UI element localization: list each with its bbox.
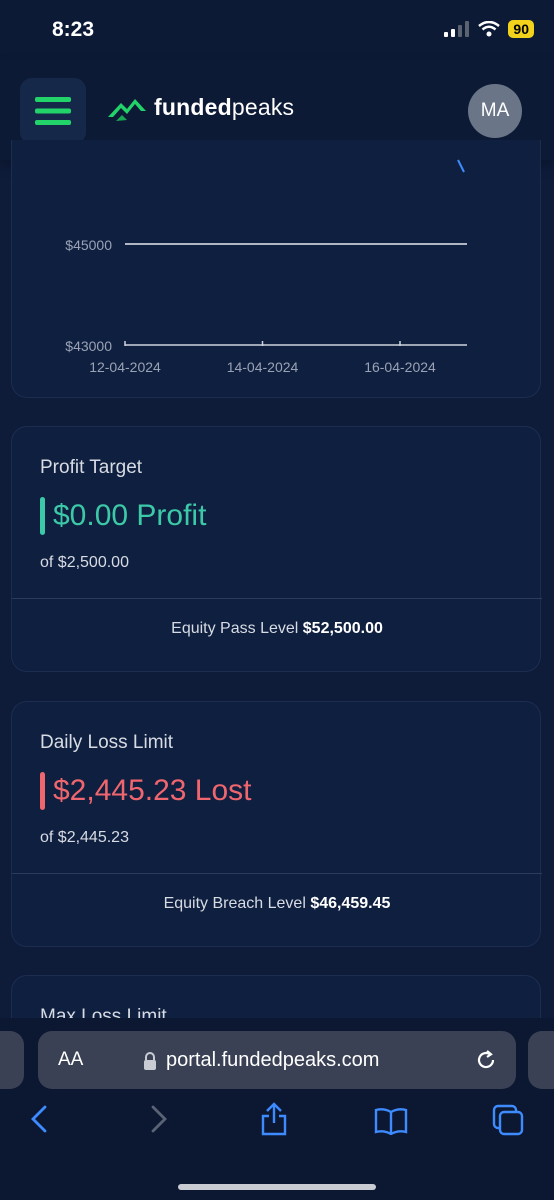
profit-target-title: Profit Target <box>40 457 143 478</box>
cellular-icon <box>444 21 470 37</box>
daily-loss-amount: $2,445.23 Lost <box>53 774 252 807</box>
lock-icon <box>144 1052 156 1070</box>
equity-pass-label: Equity Pass Level <box>171 620 299 637</box>
battery-indicator: 90 <box>508 20 534 38</box>
brand-name: fundedpeaks <box>154 94 295 120</box>
profit-target-value: $0.00 Profit <box>40 497 206 535</box>
x-tick-label: 14-04-2024 <box>227 359 299 375</box>
card-divider <box>12 873 542 874</box>
daily-loss-title: Daily Loss Limit <box>40 732 174 753</box>
reader-aa-button[interactable]: AA <box>58 1049 83 1071</box>
x-tick-label: 12-04-2024 <box>89 359 161 375</box>
menu-button[interactable] <box>20 78 86 144</box>
equity-chart: $45000 $43000 12-04-2024 14-04-2024 16-04-20… <box>65 159 467 375</box>
back-icon[interactable] <box>28 1104 52 1134</box>
profit-indicator-bar <box>40 497 45 535</box>
logo-icon <box>108 98 146 121</box>
card-divider <box>12 598 542 599</box>
y-tick-label: $43000 <box>65 338 112 354</box>
profit-target-amount: $0.00 Profit <box>53 499 207 532</box>
y-tick-label: $45000 <box>65 237 112 253</box>
brand-logo[interactable]: fundedpeaks <box>108 94 294 121</box>
avatar[interactable]: MA <box>468 84 522 138</box>
menu-icon <box>35 97 71 125</box>
equity-breach-value: $46,459.45 <box>310 895 391 912</box>
tabs-icon[interactable] <box>492 1104 524 1136</box>
daily-loss-card: Daily Loss Limit $2,445.23 Lost of $2,44… <box>11 701 542 947</box>
forward-icon[interactable] <box>146 1104 170 1134</box>
status-time: 8:23 <box>52 18 95 41</box>
share-icon[interactable] <box>259 1102 289 1136</box>
equity-breach-level: Equity Breach Level $46,459.45 <box>12 895 542 913</box>
wifi-icon <box>478 21 501 37</box>
status-icons: 90 <box>444 20 534 38</box>
next-tab-preview[interactable] <box>528 1031 554 1089</box>
loss-indicator-bar <box>40 772 45 810</box>
browser-toolbar: AA portal.fundedpeaks.com <box>0 1018 554 1200</box>
equity-breach-label: Equity Breach Level <box>163 895 306 912</box>
equity-chart-card: $45000 $43000 12-04-2024 14-04-2024 16-04-20… <box>11 140 541 398</box>
profit-target-of: of $2,500.00 <box>40 554 129 571</box>
reload-icon[interactable] <box>474 1048 498 1072</box>
daily-loss-of: of $2,445.23 <box>40 829 129 846</box>
x-tick-label: 16-04-2024 <box>364 359 436 375</box>
previous-tab-preview[interactable] <box>0 1031 24 1089</box>
profit-target-card: Profit Target $0.00 Profit of $2,500.00 … <box>11 426 542 672</box>
equity-pass-level: Equity Pass Level $52,500.00 <box>12 620 542 638</box>
status-bar: 8:23 90 <box>0 0 554 60</box>
series-line-fragment <box>457 159 465 173</box>
daily-loss-value: $2,445.23 Lost <box>40 772 252 810</box>
home-indicator <box>178 1184 376 1190</box>
equity-pass-value: $52,500.00 <box>302 620 383 637</box>
bookmarks-icon[interactable] <box>374 1107 408 1135</box>
url-text: portal.fundedpeaks.com <box>166 1049 380 1071</box>
